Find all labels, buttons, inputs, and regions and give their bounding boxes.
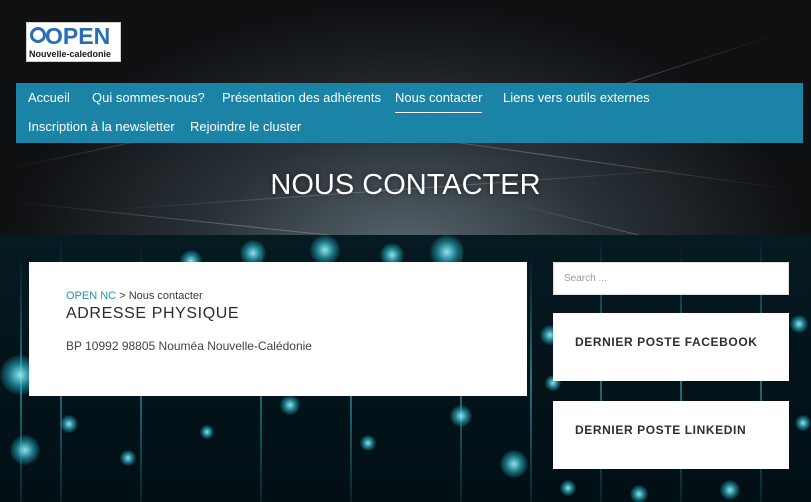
nav-item-rejoindre-cluster[interactable]: Rejoindre le cluster: [190, 119, 301, 135]
nav-item-inscription-newsletter[interactable]: Inscription à la newsletter: [28, 119, 175, 135]
address-heading: ADRESSE PHYSIQUE: [66, 305, 240, 322]
nav-item-liens-outils-externes[interactable]: Liens vers outils externes: [503, 90, 650, 106]
logo-o-icon: [30, 27, 46, 43]
nav-item-presentation-adherents[interactable]: Présentation des adhérents: [222, 90, 381, 106]
site-logo[interactable]: OPEN Nouvelle-caledonie: [26, 22, 121, 62]
linkedin-widget: DERNIER POSTE LINKEDIN: [553, 401, 789, 469]
nav-item-qui-sommes-nous[interactable]: Qui sommes-nous?: [92, 90, 205, 106]
search-input[interactable]: [553, 262, 789, 295]
breadcrumb: OPEN NC > Nous contacter: [66, 290, 203, 302]
logo-subtitle: Nouvelle-caledonie: [29, 49, 112, 59]
content-card: OPEN NC > Nous contacter ADRESSE PHYSIQU…: [29, 262, 527, 396]
logo-word: OPEN: [45, 23, 111, 49]
breadcrumb-home-link[interactable]: OPEN NC: [66, 290, 116, 302]
facebook-widget-title: DERNIER POSTE FACEBOOK: [575, 335, 758, 349]
address-text: BP 10992 98805 Nouméa Nouvelle-Calédonie: [66, 339, 312, 353]
facebook-widget: DERNIER POSTE FACEBOOK: [553, 313, 789, 381]
page-title: NOUS CONTACTER: [270, 169, 541, 201]
breadcrumb-current: Nous contacter: [128, 290, 203, 302]
linkedin-widget-title: DERNIER POSTE LINKEDIN: [575, 423, 747, 437]
nav-item-accueil[interactable]: Accueil: [28, 90, 70, 106]
breadcrumb-separator: >: [119, 290, 126, 302]
nav-item-nous-contacter[interactable]: Nous contacter: [395, 90, 483, 113]
main-navigation: Accueil Qui sommes-nous? Présentation de…: [16, 83, 803, 143]
